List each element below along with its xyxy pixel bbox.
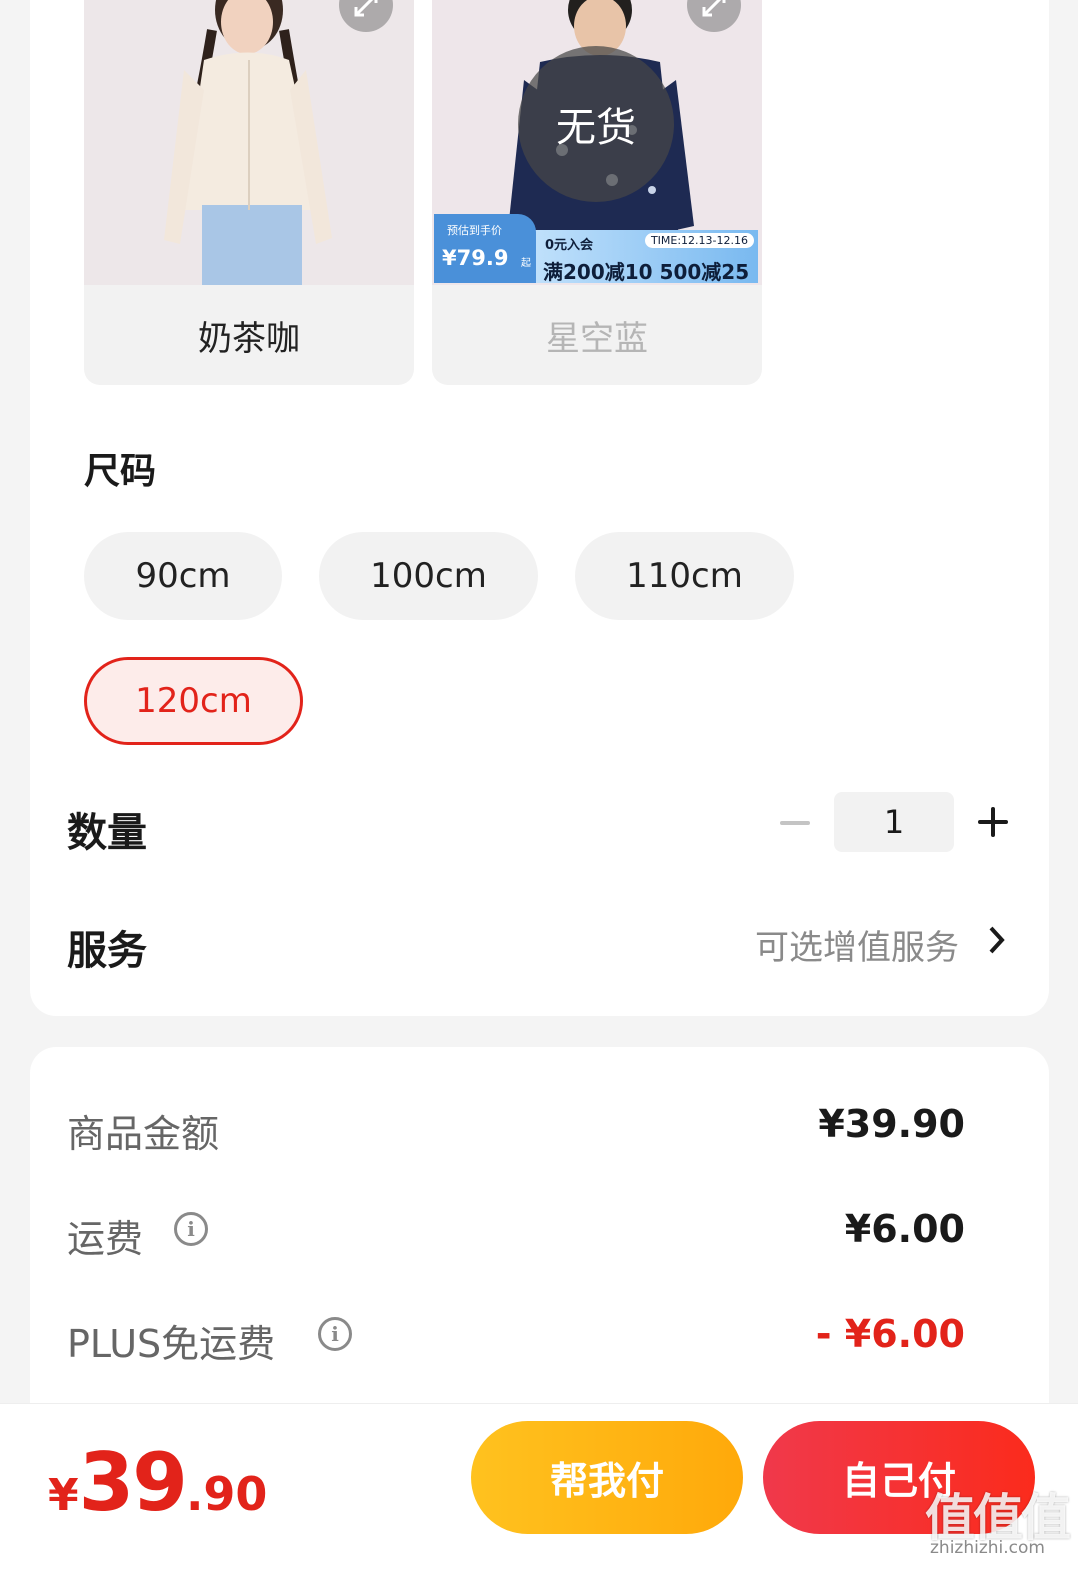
color-option-label: 奶茶咖 <box>198 318 300 359</box>
size-option-120[interactable]: 120cm <box>84 657 303 745</box>
info-icon[interactable]: i <box>318 1317 352 1351</box>
total-price: ¥39.90 <box>48 1436 267 1529</box>
total-currency: ¥ <box>48 1470 79 1521</box>
shipping-label: 运费 <box>67 1217 144 1261</box>
goods-amount-label: 商品金额 <box>67 1112 220 1156</box>
total-decimal: .90 <box>185 1467 268 1521</box>
plus-icon[interactable] <box>976 805 1010 839</box>
sold-out-badge: 无货 <box>518 46 674 202</box>
color-option-milktea[interactable]: 奶茶咖 <box>84 0 414 385</box>
estimated-price: ¥79.9 <box>442 246 509 270</box>
color-option-label: 星空蓝 <box>546 318 648 359</box>
minus-icon[interactable] <box>778 806 812 840</box>
estimated-price-tag: 预估到手价 ¥79.9 起 <box>434 214 536 283</box>
size-option-100[interactable]: 100cm <box>319 532 538 620</box>
promo-time: TIME:12.13-12.16 <box>644 233 754 248</box>
size-section-title: 尺码 <box>84 451 157 492</box>
product-photo <box>84 0 414 285</box>
info-icon[interactable]: i <box>174 1212 208 1246</box>
help-me-pay-button[interactable]: 帮我付 <box>471 1421 743 1534</box>
size-option-90[interactable]: 90cm <box>84 532 282 620</box>
total-integer: 39 <box>78 1436 188 1529</box>
estimated-price-suffix: 起 <box>521 258 531 269</box>
chevron-right-icon[interactable] <box>985 922 1009 958</box>
plus-free-shipping-value: - ¥6.00 <box>815 1312 965 1356</box>
promo-deal: 满200减10 500减25 <box>543 260 750 284</box>
service-options-link[interactable]: 可选增值服务 <box>755 920 959 969</box>
plus-free-shipping-label: PLUS免运费 <box>67 1322 276 1366</box>
quantity-title: 数量 <box>67 810 147 856</box>
quantity-value[interactable]: 1 <box>834 792 954 852</box>
promo-banner: 0元入会 TIME:12.13-12.16 满200减10 500减25 <box>536 230 758 284</box>
size-option-110[interactable]: 110cm <box>575 532 794 620</box>
goods-amount-value: ¥39.90 <box>818 1102 965 1146</box>
estimated-price-label: 预估到手价 <box>447 224 502 237</box>
service-title: 服务 <box>67 928 147 974</box>
shipping-value: ¥6.00 <box>844 1207 965 1251</box>
watermark-url: zhizhizhi.com <box>930 1538 1045 1558</box>
color-option-starblue[interactable]: 预估到手价 ¥79.9 起 0元入会 TIME:12.13-12.16 满200… <box>432 0 762 385</box>
promo-join-text: 0元入会 <box>545 238 594 253</box>
